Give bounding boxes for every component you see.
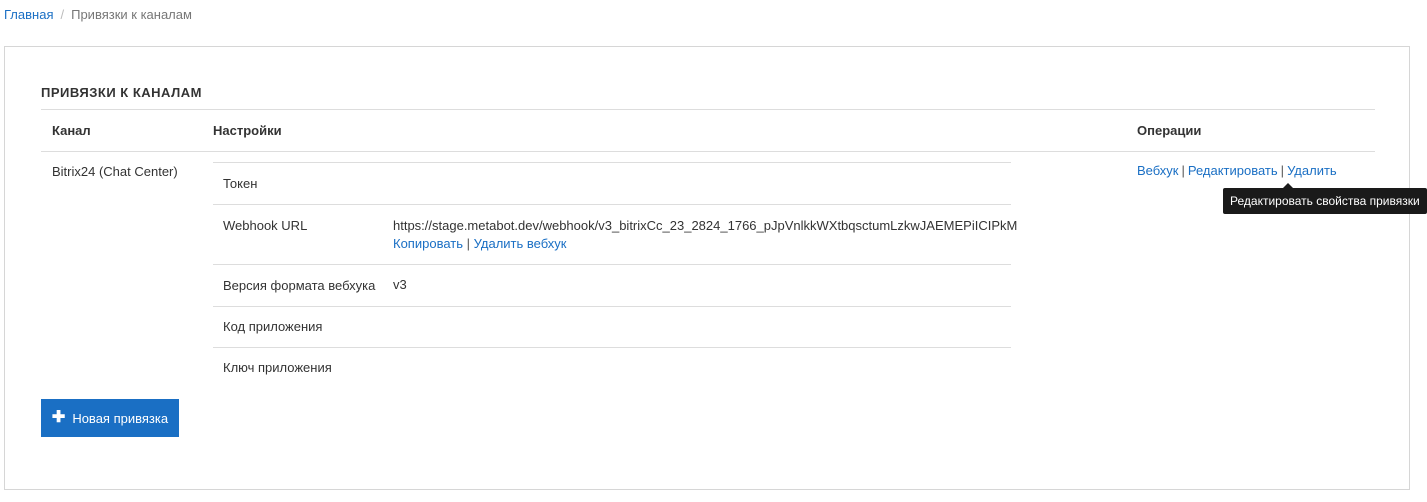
breadcrumb-current: Привязки к каналам bbox=[71, 7, 192, 22]
column-header-settings: Настройки bbox=[213, 123, 282, 138]
breadcrumb-home-link[interactable]: Главная bbox=[4, 7, 53, 22]
settings-row-webhook-url: Webhook URL https://stage.metabot.dev/we… bbox=[213, 204, 1017, 264]
title-divider bbox=[41, 109, 1375, 110]
new-binding-label: Новая привязка bbox=[72, 410, 169, 426]
operations-links: Вебхук | Редактировать | Удалить bbox=[1137, 163, 1337, 178]
webhook-url-value: https://stage.metabot.dev/webhook/v3_bit… bbox=[393, 218, 1018, 233]
plus-icon: ✚ bbox=[51, 409, 66, 426]
settings-label: Код приложения bbox=[223, 319, 323, 334]
settings-value: v3 bbox=[393, 277, 407, 292]
bindings-panel: ПРИВЯЗКИ К КАНАЛАМ Канал Настройки Опера… bbox=[4, 46, 1427, 490]
operations-separator: | bbox=[1181, 163, 1185, 178]
webhook-actions: Копировать | Удалить вебхук bbox=[393, 235, 1017, 253]
settings-row-app-code: Код приложения bbox=[213, 306, 1011, 347]
webhook-link[interactable]: Вебхук bbox=[1137, 163, 1178, 178]
settings-label: Версия формата вебхука bbox=[223, 278, 376, 293]
column-header-channel: Канал bbox=[52, 123, 91, 138]
delete-webhook-link[interactable]: Удалить вебхук bbox=[474, 236, 567, 251]
settings-label: Токен bbox=[223, 176, 258, 191]
section-title: ПРИВЯЗКИ К КАНАЛАМ bbox=[41, 85, 202, 100]
settings-row-webhook-version: Версия формата вебхука v3 bbox=[213, 264, 1011, 306]
column-header-operations: Операции bbox=[1137, 123, 1202, 138]
operations-separator: | bbox=[1280, 163, 1285, 178]
copy-webhook-link[interactable]: Копировать bbox=[393, 236, 463, 251]
settings-row-app-key: Ключ приложения bbox=[213, 347, 1011, 387]
breadcrumb: Главная / Привязки к каналам bbox=[4, 7, 192, 22]
settings-row-token: Токен bbox=[213, 162, 1011, 204]
edit-tooltip: Редактировать свойства привязки bbox=[1223, 183, 1427, 214]
channel-name: Bitrix24 (Chat Center) bbox=[52, 164, 178, 179]
webhook-actions-separator: | bbox=[466, 236, 471, 251]
delete-link[interactable]: Удалить bbox=[1287, 163, 1337, 178]
settings-table: Токен Webhook URL https://stage.metabot.… bbox=[213, 162, 1017, 387]
webhook-url-cell: https://stage.metabot.dev/webhook/v3_bit… bbox=[393, 217, 1017, 253]
settings-label: Ключ приложения bbox=[223, 360, 332, 375]
header-divider bbox=[41, 151, 1375, 152]
edit-link[interactable]: Редактировать bbox=[1188, 163, 1278, 178]
new-binding-button[interactable]: ✚ Новая привязка bbox=[41, 399, 179, 437]
breadcrumb-separator: / bbox=[60, 7, 65, 22]
settings-label: Webhook URL bbox=[223, 218, 308, 233]
